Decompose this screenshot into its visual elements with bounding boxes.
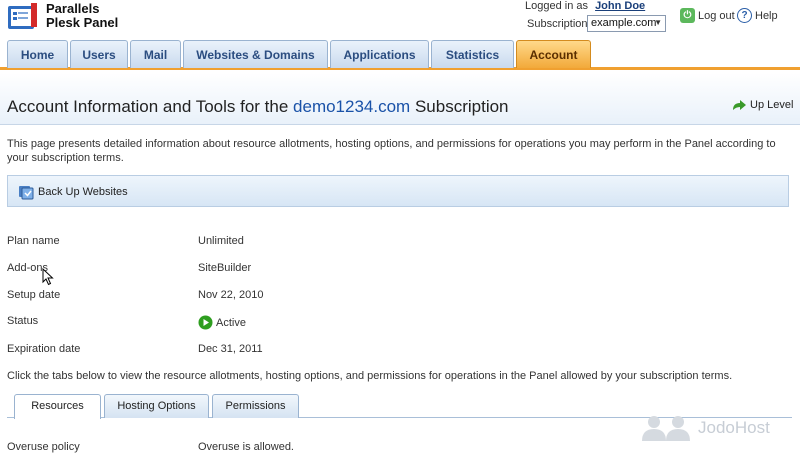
subscription-value: example.com [591,17,657,29]
up-level-icon [733,100,746,110]
page-title: Account Information and Tools for the de… [7,97,509,117]
info-value: Nov 22, 2010 [198,289,264,301]
brand-line1: Parallels [46,1,100,16]
main-nav-tabs: Home Users Mail Websites & Domains Appli… [0,38,800,70]
backup-websites-button[interactable]: Back Up Websites [18,184,128,200]
info-row-expiration: Expiration date Dec 31, 2011 [7,343,607,359]
info-label: Plan name [7,235,60,247]
info-label: Setup date [7,289,61,301]
up-level-label: Up Level [750,99,794,111]
backup-websites-label: Back Up Websites [38,186,128,198]
logged-in-label: Logged in as [525,0,588,12]
watermark: JodoHost [640,413,770,443]
info-row-plan: Plan name Unlimited [7,235,607,251]
logout-button[interactable]: ⏻ Log out [680,8,735,23]
overuse-label: Overuse policy [7,441,80,453]
chevron-down-icon: ▼ [654,18,662,27]
subscription-select[interactable]: example.com ▼ [587,15,666,32]
info-label: Expiration date [7,343,81,355]
watermark-text: JodoHost [698,418,770,437]
page-title-prefix: Account Information and Tools for the [7,97,289,116]
tab-statistics[interactable]: Statistics [431,40,514,68]
tab-websites-domains[interactable]: Websites & Domains [183,40,328,68]
user-name-link[interactable]: John Doe [595,0,645,12]
info-value: Unlimited [198,235,244,247]
info-row-addons: Add-ons SiteBuilder [7,262,607,278]
toolbar: Back Up Websites [7,175,789,207]
tab-home[interactable]: Home [7,40,68,68]
logout-label: Log out [698,9,735,22]
tab-mail[interactable]: Mail [130,40,181,68]
plesk-logo-icon [8,3,37,29]
mouse-cursor-icon [42,268,54,286]
page-title-suffix: Subscription [414,97,509,116]
logout-icon: ⏻ [680,8,695,23]
help-icon: ? [737,8,752,23]
people-icon [642,416,690,441]
help-button[interactable]: ? Help [737,8,778,23]
subscription-label: Subscription [527,18,588,30]
backup-icon [19,186,34,200]
info-row-setup-date: Setup date Nov 22, 2010 [7,289,607,305]
info-value: SiteBuilder [198,262,252,274]
tabs-hint: Click the tabs below to view the resourc… [7,370,733,382]
brand-line2: Plesk Panel [46,15,119,30]
tab-permissions[interactable]: Permissions [212,394,299,418]
up-level-button[interactable]: Up Level [731,98,793,112]
info-row-status: Status Active [7,315,607,331]
info-value: Dec 31, 2011 [198,343,263,355]
title-band: Account Information and Tools for the de… [0,73,800,125]
tab-applications[interactable]: Applications [330,40,429,68]
login-info: Logged in as John Doe [525,0,645,12]
page-description: This page presents detailed information … [7,138,776,164]
tab-hosting-options[interactable]: Hosting Options [104,394,209,418]
header: Parallels Plesk Panel Logged in as John … [0,0,800,36]
tab-account[interactable]: Account [516,40,591,68]
status-value: Active [216,316,246,329]
info-label: Status [7,315,39,327]
brand-name: Parallels Plesk Panel [46,2,118,30]
help-label: Help [755,9,778,22]
overuse-policy-row: Overuse policy Overuse is allowed. [7,441,607,453]
tab-users[interactable]: Users [70,40,128,68]
info-value-status: Active [198,315,246,330]
status-active-icon [198,315,213,330]
page-title-domain-link[interactable]: demo1234.com [293,97,410,116]
tab-resources[interactable]: Resources [14,394,101,419]
overuse-value: Overuse is allowed. [198,441,294,453]
